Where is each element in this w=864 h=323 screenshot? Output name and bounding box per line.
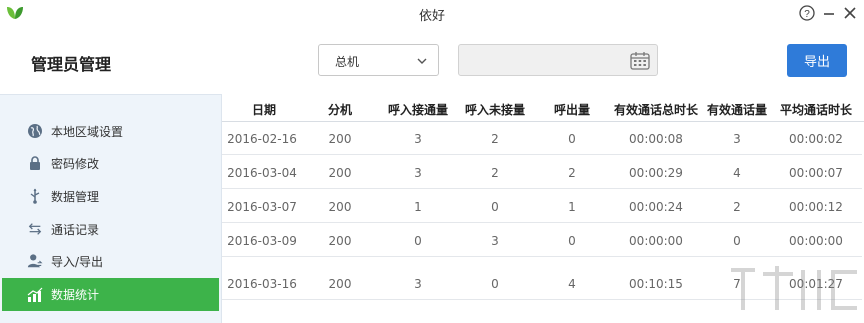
usb-icon [27,188,43,204]
cell-date: 2016-03-04 [227,166,297,180]
column-header-total-duration: 有效通话总时长 [613,103,698,117]
sidebar-item-data-statistics[interactable]: 数据统计 [2,278,219,311]
cell-missed: 2 [491,132,499,146]
cell-valid-calls: 3 [733,132,741,146]
sidebar-item-label: 数据管理 [51,189,100,204]
globe-icon [27,123,43,139]
column-header-extension: 分机 [327,103,352,117]
svg-text:?: ? [804,9,810,20]
column-header-date: 日期 [251,103,276,117]
cell-missed: 3 [491,234,499,248]
cell-date: 2016-03-07 [227,200,297,214]
close-icon [844,7,856,19]
cell-outgoing: 1 [568,200,576,214]
cell-outgoing: 0 [568,234,576,248]
title-bar: 依好 ? [0,0,864,27]
chevron-down-icon [417,58,427,64]
cell-missed: 0 [491,200,499,214]
cell-total-duration: 00:00:29 [629,166,683,180]
cell-extension: 200 [328,234,352,248]
window-title: 依好 [418,9,445,24]
cell-extension: 200 [328,277,352,291]
help-button[interactable]: ? [798,4,816,22]
bar-chart-icon [27,287,43,303]
sidebar: 本地区域设置 密码修改 数据管理 通话记录 导入/导出 数据统计 [0,94,222,323]
cell-answered: 3 [414,277,422,291]
sidebar-item-label: 通话记录 [51,222,100,237]
sidebar-item-data-management[interactable]: 数据管理 [0,180,219,212]
cell-answered: 3 [414,132,422,146]
column-header-valid-calls: 有效通话量 [706,103,767,117]
cell-valid-calls: 0 [733,234,741,248]
cell-valid-calls: 2 [733,200,741,214]
table-header: 日期 分机 呼入接通量 呼入未接量 呼出量 有效通话总时长 有效通话量 平均通话… [222,94,864,122]
sidebar-item-call-records[interactable]: 通话记录 [0,213,219,245]
cell-answered: 0 [414,234,422,248]
cell-date: 2016-03-16 [227,277,297,291]
column-header-avg-duration: 平均通话时长 [779,103,852,117]
sidebar-item-password[interactable]: 密码修改 [0,147,219,179]
cell-answered: 3 [414,166,422,180]
sidebar-item-label: 本地区域设置 [51,124,124,139]
column-header-missed: 呼入未接量 [464,103,525,117]
header-bar: 管理员管理 总机 导出 [0,27,864,94]
sidebar-item-import-export[interactable]: 导入/导出 [0,245,219,277]
cell-outgoing: 0 [568,132,576,146]
lock-icon [27,155,43,171]
extension-select[interactable]: 总机 [318,44,439,76]
date-picker-field[interactable] [458,44,658,76]
table-row[interactable]: 2016-03-07 200 1 0 1 00:00:24 2 00:00:12 [222,190,862,223]
cell-answered: 1 [414,200,422,214]
user-transfer-icon [27,253,43,269]
help-icon: ? [799,5,815,21]
cell-avg-duration: 00:00:07 [789,166,843,180]
extension-select-value: 总机 [335,55,360,69]
table-row[interactable]: 2016-03-04 200 3 2 2 00:00:29 4 00:00:07 [222,156,862,189]
cell-total-duration: 00:00:24 [629,200,683,214]
minimize-button[interactable] [820,4,838,22]
cell-total-duration: 00:10:15 [629,277,683,291]
sidebar-item-label: 导入/导出 [51,254,104,269]
page-title: 管理员管理 [31,55,112,74]
cell-missed: 0 [491,277,499,291]
cell-missed: 2 [491,166,499,180]
cell-total-duration: 00:00:08 [629,132,683,146]
sidebar-item-label: 数据统计 [51,288,100,302]
cell-date: 2016-02-16 [227,132,297,146]
table-row[interactable]: 2016-03-09 200 0 3 0 00:00:00 0 00:00:00 [222,224,862,257]
cell-avg-duration: 00:00:12 [789,200,843,214]
cell-avg-duration: 00:00:02 [789,132,843,146]
calendar-icon[interactable] [630,51,650,70]
column-header-answered: 呼入接通量 [387,103,448,117]
cell-extension: 200 [328,200,352,214]
column-header-outgoing: 呼出量 [553,103,590,117]
cell-extension: 200 [328,132,352,146]
cell-valid-calls: 4 [733,166,741,180]
transfer-arrows-icon [27,221,43,237]
minimize-icon [824,13,834,15]
cell-extension: 200 [328,166,352,180]
cell-total-duration: 00:00:00 [629,234,683,248]
sidebar-item-local-region[interactable]: 本地区域设置 [0,115,219,147]
cell-avg-duration: 00:00:00 [789,234,843,248]
cell-date: 2016-03-09 [227,234,297,248]
export-button[interactable]: 导出 [787,44,847,77]
sidebar-item-label: 密码修改 [51,156,100,171]
watermark-logo [731,266,857,310]
cell-outgoing: 4 [568,277,576,291]
close-button[interactable] [841,4,859,22]
cell-outgoing: 2 [568,166,576,180]
table-row[interactable]: 2016-02-16 200 3 2 0 00:00:08 3 00:00:02 [222,122,862,155]
